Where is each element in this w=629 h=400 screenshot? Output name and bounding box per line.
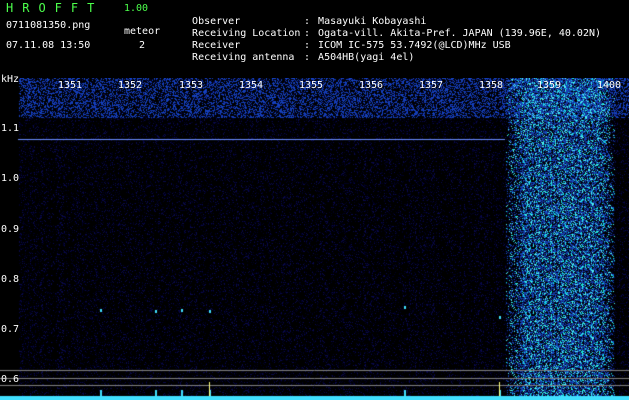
info-value: A504HB(yagi 4el) <box>318 52 415 63</box>
time-tick-label: 1359 <box>537 80 562 91</box>
datetime-stamp: 07.11.08 13:50 <box>6 40 91 51</box>
time-tick-label: 1353 <box>179 80 204 91</box>
time-tick-label: 1358 <box>479 80 504 91</box>
time-tick-label: 1354 <box>239 80 264 91</box>
time-tick-label: 1400 <box>597 80 622 91</box>
meteor-label: meteor <box>124 26 161 37</box>
file-name: 0711081350.png <box>6 20 91 31</box>
freq-tick-label: 1.1 <box>1 123 20 134</box>
freq-tick-label: 0.6 <box>1 374 20 385</box>
freq-tick-label: 1.0 <box>1 173 20 184</box>
frequency-unit-label: kHz <box>1 74 20 85</box>
time-tick-label: 1352 <box>118 80 143 91</box>
time-tick-label: 1355 <box>299 80 324 91</box>
info-label: Receiving antenna <box>192 52 295 63</box>
app-version: 1.00 <box>124 3 149 14</box>
meteor-count: 2 <box>139 40 146 51</box>
app-title: HROFFT <box>6 1 104 15</box>
info-separator: : <box>304 52 311 63</box>
freq-tick-label: 0.7 <box>1 324 20 335</box>
time-tick-label: 1351 <box>58 80 83 91</box>
spectrogram-canvas[interactable] <box>0 78 629 400</box>
freq-tick-label: 0.9 <box>1 224 20 235</box>
freq-tick-label: 0.8 <box>1 274 20 285</box>
time-tick-label: 1356 <box>359 80 384 91</box>
time-tick-label: 1357 <box>419 80 444 91</box>
info-row-antenna: Receiving antenna: A504HB(yagi 4el) <box>180 40 414 64</box>
